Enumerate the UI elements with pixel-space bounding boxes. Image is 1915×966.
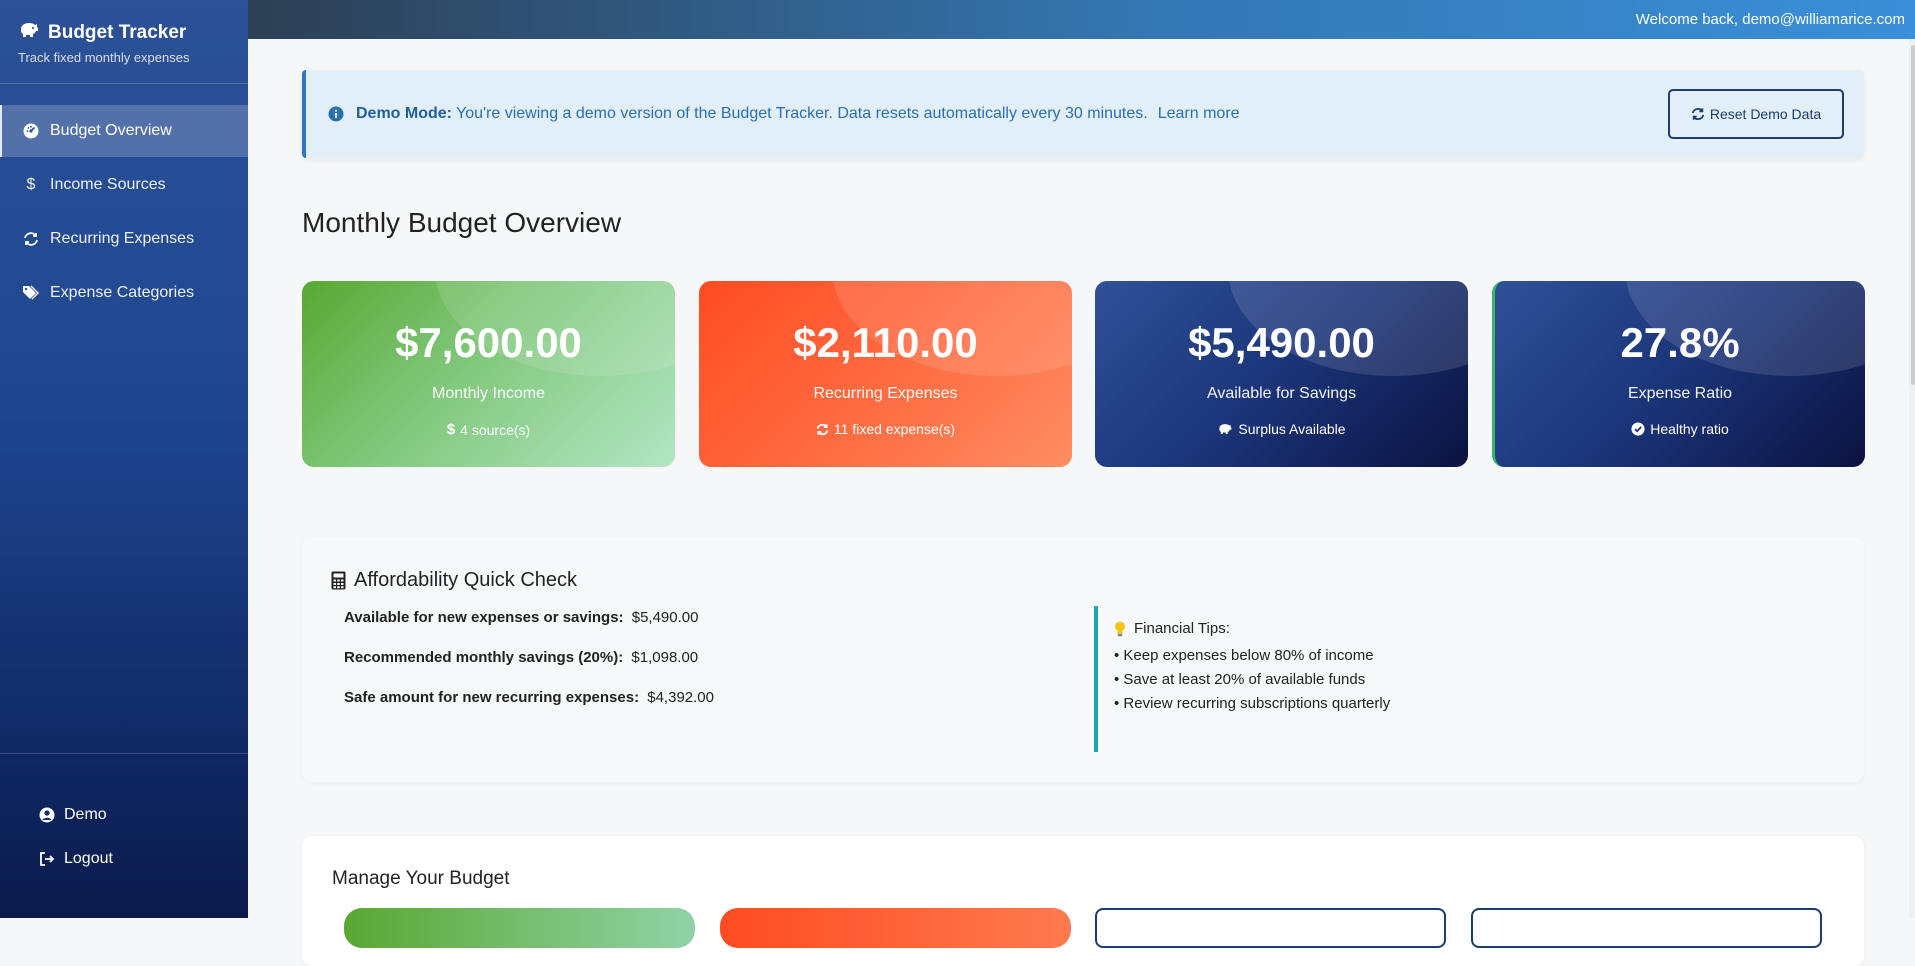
brand-subtitle: Track fixed monthly expenses [18, 50, 190, 65]
card-subtext: Surplus Available [1095, 421, 1468, 437]
card-subtext: Healthy ratio [1495, 421, 1865, 437]
sidebar-item-expense-categories[interactable]: Expense Categories [0, 267, 248, 319]
top-bar: Welcome back, demo@williamarice.com [248, 0, 1915, 39]
sidebar-item-label: Expense Categories [50, 284, 195, 301]
info-circle-icon [328, 106, 344, 122]
brand: Budget Tracker Track fixed monthly expen… [0, 0, 248, 84]
piggy-bank-icon [1217, 422, 1233, 436]
affordability-rows: Available for new expenses or savings: $… [344, 609, 714, 729]
row-value: $1,098.00 [631, 649, 699, 666]
user-circle-icon [38, 807, 56, 823]
dashboard-icon [20, 123, 42, 139]
demo-mode-alert: Demo Mode: You're viewing a demo version… [302, 70, 1864, 158]
tips-title: Financial Tips: [1114, 620, 1794, 637]
card-label: Available for Savings [1206, 385, 1357, 402]
expense-ratio-card: 27.8% Expense Ratio Healthy ratio [1492, 281, 1865, 467]
affordability-title-label: Affordability Quick Check [354, 569, 578, 591]
affordability-check-panel: Affordability Quick Check Available for … [302, 537, 1864, 782]
summary-cards: $7,600.00 Monthly Income $ 4 source(s) $… [302, 281, 1865, 467]
sidebar-item-budget-overview[interactable]: Budget Overview [0, 105, 248, 157]
refresh-icon [1691, 107, 1705, 121]
tags-icon [20, 285, 42, 301]
dollar-icon: $ [26, 176, 36, 193]
row-label: Safe amount for new recurring expenses: [344, 689, 640, 706]
sidebar-item-label: Budget Overview [50, 122, 172, 139]
available-savings-card: $5,490.00 Available for Savings Surplus … [1095, 281, 1468, 467]
card-label: Recurring Expenses [813, 385, 958, 402]
tip-item: • Review recurring subscriptions quarter… [1114, 695, 1391, 712]
alert-title: Demo Mode: [356, 105, 452, 122]
reset-demo-data-button[interactable]: Reset Demo Data [1668, 89, 1844, 139]
card-subtext-label: 11 fixed expense(s) [833, 421, 956, 437]
row-label: Recommended monthly savings (20%): [344, 649, 624, 666]
card-subtext-label: 4 source(s) [460, 421, 531, 438]
check-circle-icon [1631, 422, 1645, 436]
card-label: Monthly Income [432, 385, 545, 402]
manage-title: Manage Your Budget [332, 868, 510, 889]
user-name: Demo [64, 806, 107, 823]
page-title: Monthly Budget Overview [302, 207, 622, 238]
financial-tips: Financial Tips: • Keep expenses below 80… [1094, 606, 1794, 752]
affordability-row: Available for new expenses or savings: $… [344, 609, 714, 649]
card-value: $5,490.00 [1188, 319, 1375, 366]
dollar-icon: $ [446, 421, 456, 438]
sidebar-footer: Demo Logout [0, 753, 248, 918]
affordability-row: Safe amount for new recurring expenses: … [344, 689, 714, 729]
card-subtext: 11 fixed expense(s) [699, 421, 1072, 437]
sidebar-item-label: Recurring Expenses [50, 230, 195, 247]
card-subtext-label: Surplus Available [1238, 421, 1346, 437]
user-profile-link[interactable]: Demo [0, 793, 248, 837]
card-value: $2,110.00 [793, 319, 978, 366]
brand-title[interactable]: Budget Tracker [18, 20, 230, 46]
card-subtext: $ 4 source(s) [302, 421, 675, 438]
manage-categories-button[interactable] [1095, 908, 1446, 948]
sidebar-item-income-sources[interactable]: $ Income Sources [0, 159, 248, 211]
reset-demo-data-label: Reset Demo Data [1709, 106, 1822, 122]
logout-link[interactable]: Logout [0, 837, 248, 881]
repeat-icon [20, 231, 42, 247]
recurring-expenses-card: $2,110.00 Recurring Expenses 11 fixed ex… [699, 281, 1072, 467]
manage-income-button[interactable] [344, 908, 695, 948]
piggy-bank-icon [18, 20, 48, 46]
tip-item: • Save at least 20% of available funds [1114, 671, 1366, 688]
tip-item: • Keep expenses below 80% of income [1114, 647, 1374, 664]
card-subtext-label: Healthy ratio [1650, 421, 1729, 437]
card-label: Expense Ratio [1627, 385, 1733, 402]
repeat-icon [816, 423, 829, 436]
manage-settings-button[interactable] [1471, 908, 1822, 948]
affordability-row: Recommended monthly savings (20%): $1,09… [344, 649, 714, 689]
sidebar-item-label: Income Sources [50, 176, 166, 193]
card-value: $7,600.00 [395, 319, 582, 366]
monthly-income-card: $7,600.00 Monthly Income $ 4 source(s) [302, 281, 675, 467]
scrollbar-thumb[interactable] [1911, 45, 1915, 385]
logout-label: Logout [64, 850, 113, 867]
calculator-icon [331, 571, 346, 590]
manage-expenses-button[interactable] [720, 908, 1071, 948]
card-value: 27.8% [1620, 319, 1740, 366]
alert-message: You're viewing a demo version of the Bud… [456, 105, 1148, 122]
sidebar: Budget Tracker Track fixed monthly expen… [0, 0, 248, 918]
sidebar-nav: Budget Overview $ Income Sources Recurri… [0, 105, 248, 319]
manage-budget-panel: Manage Your Budget [302, 836, 1864, 966]
sidebar-item-recurring-expenses[interactable]: Recurring Expenses [0, 213, 248, 265]
welcome-text: Welcome back, demo@williamarice.com [1635, 11, 1905, 28]
row-label: Available for new expenses or savings: [344, 609, 624, 626]
learn-more-link[interactable]: Learn more [1158, 105, 1240, 123]
tips-title-label: Financial Tips: [1134, 620, 1230, 637]
logout-icon [38, 851, 56, 867]
row-value: $4,392.00 [647, 689, 714, 706]
row-value: $5,490.00 [631, 609, 699, 626]
brand-name: Budget Tracker [48, 22, 187, 43]
affordability-title: Affordability Quick Check [331, 569, 577, 592]
lightbulb-icon [1114, 621, 1126, 637]
